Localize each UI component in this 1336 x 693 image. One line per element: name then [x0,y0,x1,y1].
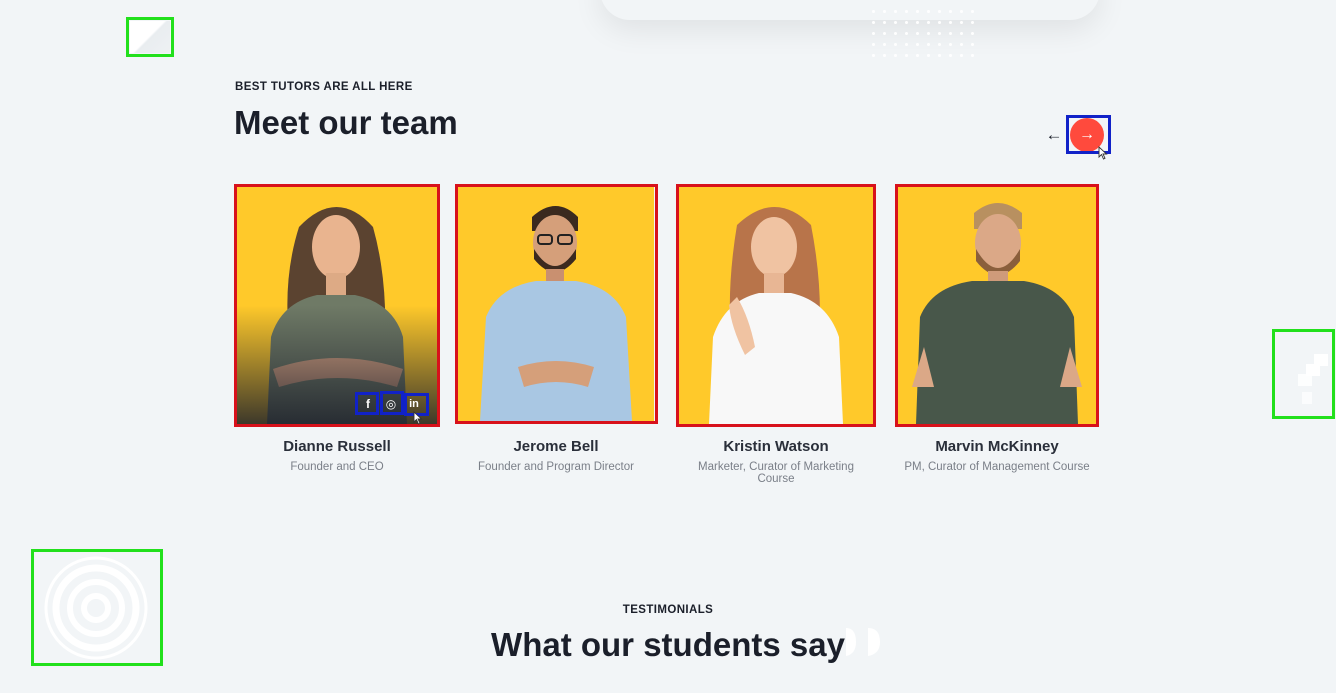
testimonials-eyebrow: TESTIMONIALS [622,604,714,616]
top-shadow-decoration [600,0,1100,20]
member-photo [237,187,437,424]
member-role: Founder and Program Director [478,461,634,473]
annotation-box-green [1272,329,1335,419]
carousel-prev-button[interactable]: ← [1043,124,1065,146]
member-photo [458,187,654,421]
section-eyebrow: BEST TUTORS ARE ALL HERE [235,81,413,93]
member-role: Marketer, Curator of Marketing Course [698,461,854,485]
facebook-icon[interactable]: f [359,395,377,413]
member-photo [679,187,873,424]
member-role: PM, Curator of Management Course [904,461,1090,473]
member-role: Founder and CEO [290,461,384,473]
instagram-icon[interactable]: ◎ [382,395,400,413]
mouse-cursor-icon [413,411,423,425]
member-name: Dianne Russell [283,438,391,455]
testimonials-title: What our students say [491,626,845,663]
member-name: Jerome Bell [513,438,599,455]
member-name: Kristin Watson [723,438,829,455]
annotation-box-green [126,17,174,57]
member-name: Marvin McKinney [935,438,1059,455]
member-photo [898,187,1096,424]
mouse-cursor-icon [1098,146,1108,160]
quote-mark-icon [846,628,880,656]
dot-grid-decoration [868,6,978,64]
section-title: Meet our team [234,104,458,141]
